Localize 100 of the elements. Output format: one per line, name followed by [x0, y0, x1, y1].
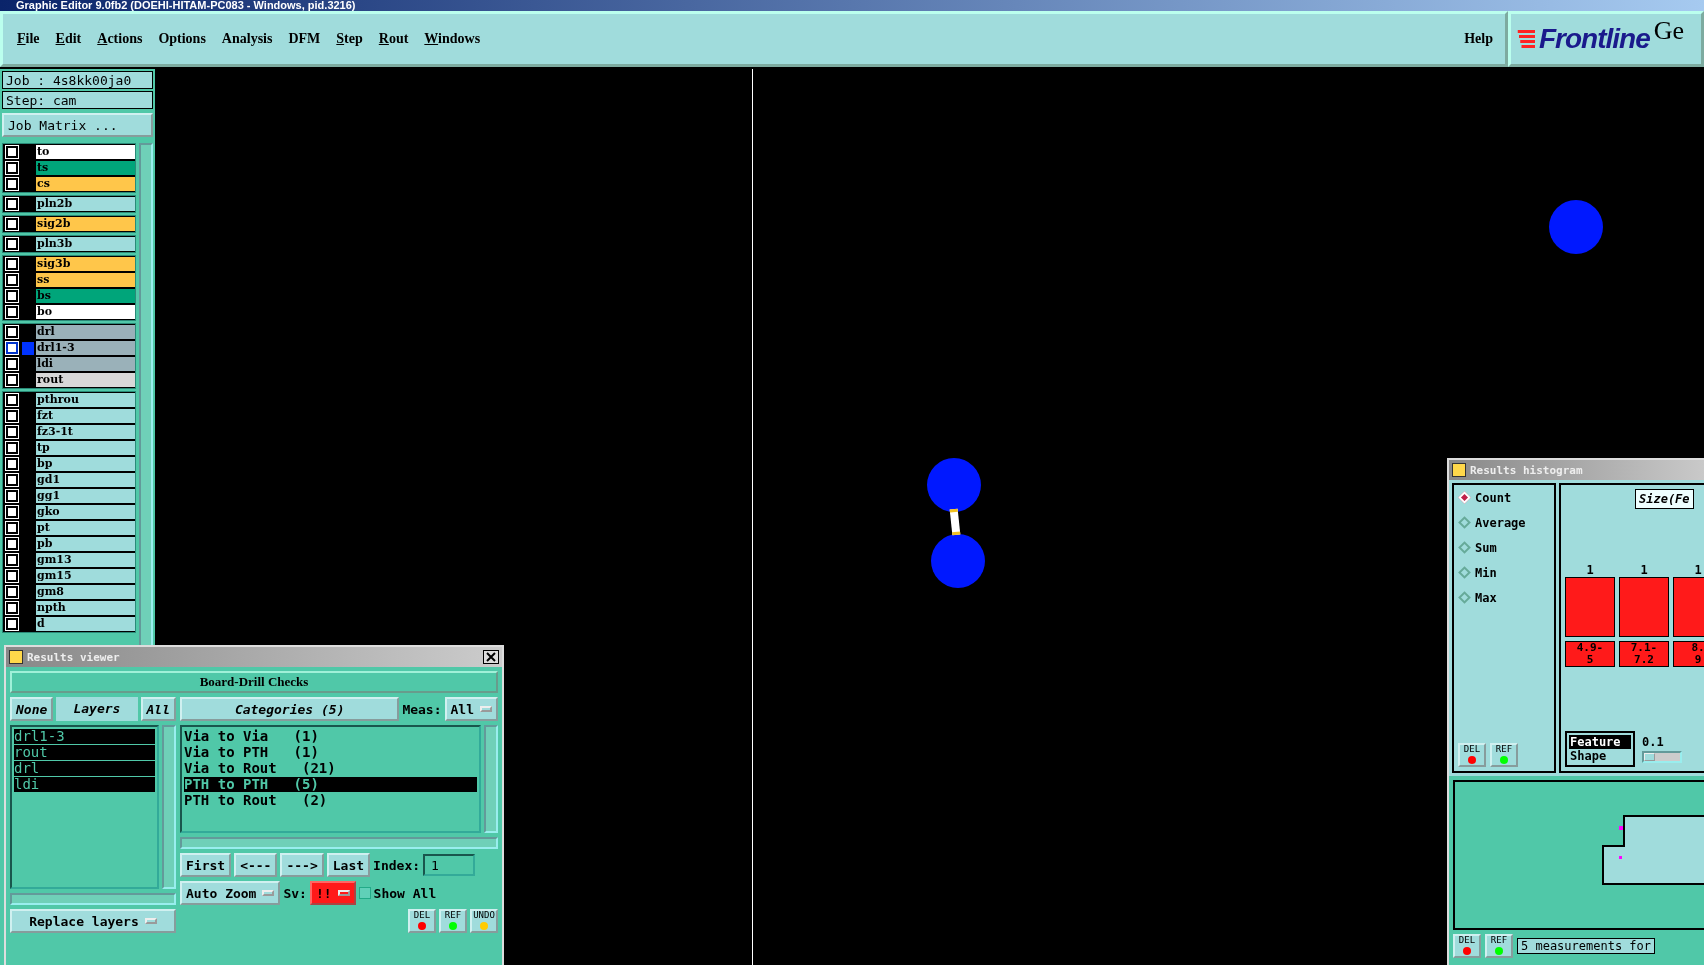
meas-dropdown[interactable]: All	[444, 697, 498, 721]
layer-name[interactable]: rout	[36, 373, 135, 387]
layer-checkbox[interactable]	[6, 554, 18, 566]
layer-name[interactable]: fzt	[36, 409, 135, 423]
layer-name[interactable]: pln3b	[36, 237, 135, 251]
layer-checkbox[interactable]	[6, 290, 18, 302]
layer-list-item[interactable]: rout	[14, 745, 155, 760]
scrollbar[interactable]	[162, 725, 176, 889]
layer-name[interactable]: pt	[36, 521, 135, 535]
category-item[interactable]: PTH to PTH (5)	[184, 777, 477, 792]
scrollbar[interactable]	[10, 893, 176, 905]
layer-name[interactable]: to	[36, 145, 135, 159]
layer-name[interactable]: sig3b	[36, 257, 135, 271]
action-button[interactable]: REF	[439, 909, 467, 933]
layer-checkbox[interactable]	[6, 522, 18, 534]
menu-item[interactable]: Actions	[97, 31, 143, 47]
mode-radio[interactable]: Count	[1454, 485, 1554, 510]
layer-checkbox[interactable]	[6, 306, 18, 318]
show-all-checkbox[interactable]	[358, 887, 371, 899]
layer-checkbox[interactable]	[6, 238, 18, 250]
menu-item[interactable]: Windows	[424, 31, 481, 47]
layer-name[interactable]: pln2b	[36, 197, 135, 211]
menu-item[interactable]: Edit	[55, 31, 82, 47]
category-item[interactable]: PTH to Rout (2)	[184, 793, 477, 808]
layer-checkbox[interactable]	[6, 342, 18, 354]
layer-checkbox[interactable]	[6, 618, 18, 630]
select-button[interactable]: None	[10, 697, 54, 721]
layer-checkbox[interactable]	[6, 538, 18, 550]
categories-header[interactable]: Categories (5)	[180, 697, 400, 721]
scrollbar[interactable]	[180, 837, 498, 849]
layer-checkbox[interactable]	[6, 274, 18, 286]
menu-item[interactable]: Analysis	[221, 31, 273, 47]
nav-button[interactable]: First	[180, 853, 232, 877]
attribute-item[interactable]: Feature	[1569, 735, 1631, 749]
layer-checkbox[interactable]	[6, 394, 18, 406]
layer-checkbox[interactable]	[6, 586, 18, 598]
nav-button[interactable]: <---	[234, 853, 278, 877]
attribute-item[interactable]: Shape	[1569, 749, 1631, 763]
severity-dropdown[interactable]: !!	[309, 881, 356, 905]
layer-checkbox[interactable]	[6, 326, 18, 338]
layer-list-item[interactable]: drl	[14, 761, 155, 776]
layer-name[interactable]: drl1-3	[36, 341, 135, 355]
layer-checkbox[interactable]	[6, 218, 18, 230]
layer-checkbox[interactable]	[6, 258, 18, 270]
scrollbar[interactable]	[484, 725, 498, 833]
layer-checkbox[interactable]	[6, 162, 18, 174]
layer-name[interactable]: gg1	[36, 489, 135, 503]
slider-thumb[interactable]	[1644, 753, 1655, 761]
step-slider[interactable]	[1642, 751, 1682, 763]
mode-radio[interactable]: Average	[1454, 510, 1554, 535]
layer-checkbox[interactable]	[6, 602, 18, 614]
action-button[interactable]: DEL	[1453, 934, 1481, 958]
layer-checkbox[interactable]	[6, 458, 18, 470]
layer-name[interactable]: sig2b	[36, 217, 135, 231]
layer-name[interactable]: npth	[36, 601, 135, 615]
layer-checkbox[interactable]	[6, 490, 18, 502]
job-matrix-button[interactable]: Job Matrix ...	[2, 113, 153, 137]
action-button[interactable]: REF	[1490, 743, 1518, 767]
layer-list-item[interactable]: drl1-3	[14, 729, 155, 744]
layer-checkbox[interactable]	[6, 474, 18, 486]
layer-checkbox[interactable]	[6, 570, 18, 582]
layer-checkbox[interactable]	[6, 506, 18, 518]
replace-layers-dropdown[interactable]: Replace layers	[10, 909, 176, 933]
layer-name[interactable]: cs	[36, 177, 135, 191]
layer-checkbox[interactable]	[6, 358, 18, 370]
nav-button[interactable]: --->	[280, 853, 324, 877]
layer-name[interactable]: ts	[36, 161, 135, 175]
layer-name[interactable]: gm15	[36, 569, 135, 583]
category-item[interactable]: Via to PTH (1)	[184, 745, 477, 760]
layer-checkbox[interactable]	[6, 198, 18, 210]
layer-checkbox[interactable]	[6, 426, 18, 438]
layer-name[interactable]: tp	[36, 441, 135, 455]
index-field[interactable]: 1	[423, 854, 476, 876]
action-button[interactable]: UNDO	[470, 909, 498, 933]
layer-list-item[interactable]: ldi	[14, 777, 155, 792]
mode-radio[interactable]: Min	[1454, 560, 1554, 585]
category-item[interactable]: Via to Rout (21)	[184, 761, 477, 776]
action-button[interactable]: DEL	[408, 909, 436, 933]
menu-item[interactable]: Rout	[378, 31, 409, 47]
nav-button[interactable]: Last	[326, 853, 371, 877]
menu-item[interactable]: Options	[158, 31, 206, 47]
layer-name[interactable]: pthrou	[36, 393, 135, 407]
layer-name[interactable]: bo	[36, 305, 135, 319]
mode-radio[interactable]: Max	[1454, 585, 1554, 610]
layer-checkbox[interactable]	[6, 146, 18, 158]
layer-checkbox[interactable]	[6, 178, 18, 190]
layer-name[interactable]: ss	[36, 273, 135, 287]
auto-zoom-dropdown[interactable]: Auto Zoom	[180, 881, 281, 905]
layer-name[interactable]: gm8	[36, 585, 135, 599]
menu-item[interactable]: File	[17, 31, 40, 47]
select-button[interactable]: All	[140, 697, 176, 721]
layer-name[interactable]: fz3-1t	[36, 425, 135, 439]
category-item[interactable]: Via to Via (1)	[184, 729, 477, 744]
layer-name[interactable]: gd1	[36, 473, 135, 487]
close-button[interactable]	[483, 650, 499, 664]
layer-name[interactable]: ldi	[36, 357, 135, 371]
layer-checkbox[interactable]	[6, 442, 18, 454]
layer-name[interactable]: d	[36, 617, 135, 631]
action-button[interactable]: REF	[1485, 934, 1513, 958]
layer-name[interactable]: gm13	[36, 553, 135, 567]
